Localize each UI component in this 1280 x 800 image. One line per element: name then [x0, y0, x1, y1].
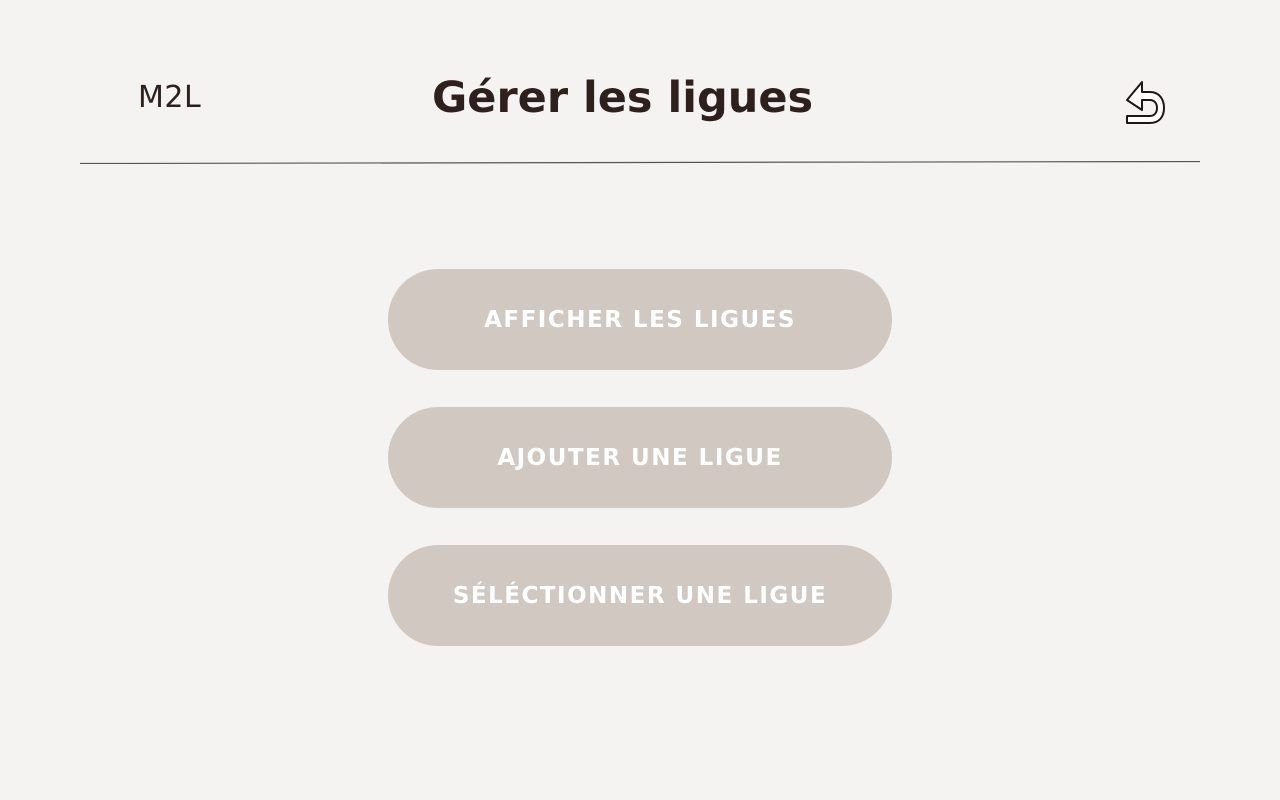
brand-logo: M2L: [138, 80, 202, 115]
show-leagues-button[interactable]: AFFICHER LES LIGUES: [388, 269, 892, 370]
page: M2L Gérer les ligues AFFICHER LES LIGUES…: [0, 0, 1280, 800]
header-divider: [80, 161, 1200, 164]
add-league-button[interactable]: AJOUTER UNE LIGUE: [388, 407, 892, 508]
select-league-button[interactable]: SÉLÉCTIONNER UNE LIGUE: [388, 545, 892, 646]
back-button[interactable]: [1122, 78, 1168, 126]
main-menu: AFFICHER LES LIGUES AJOUTER UNE LIGUE SÉ…: [388, 269, 892, 646]
undo-arrow-icon: [1126, 81, 1165, 124]
page-title: Gérer les ligues: [432, 73, 814, 123]
